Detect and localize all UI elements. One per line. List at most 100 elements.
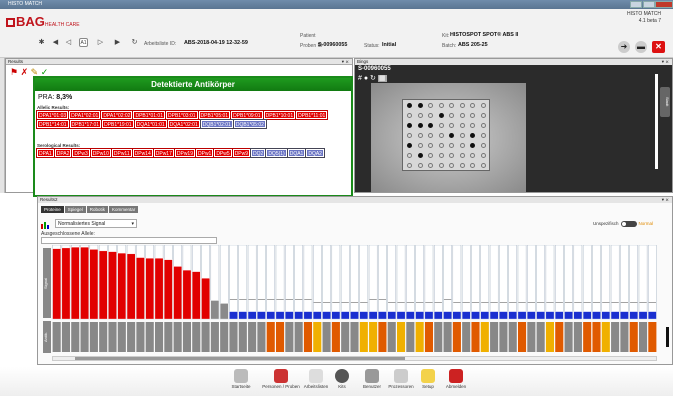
bead-label[interactable] — [555, 322, 564, 352]
settings-icon[interactable]: ✱ — [37, 38, 46, 47]
result-chip[interactable]: DPB1*09:01 — [230, 110, 264, 120]
result-chip[interactable]: DPw10 — [89, 148, 112, 158]
save-icon[interactable]: ➜ — [618, 41, 630, 53]
bead-label[interactable] — [611, 322, 620, 352]
bead-label[interactable] — [80, 322, 89, 352]
tab-robotik[interactable]: Robotik — [86, 206, 109, 213]
signal-bar[interactable] — [247, 311, 257, 320]
signal-bar[interactable] — [136, 257, 145, 320]
signal-bar[interactable] — [582, 311, 592, 320]
signal-bar[interactable] — [648, 311, 657, 320]
signal-bar[interactable] — [620, 311, 629, 320]
bead-label[interactable] — [108, 322, 117, 352]
bead-label[interactable] — [638, 322, 648, 352]
print-icon[interactable]: ▬ — [635, 41, 647, 53]
task-personen[interactable]: Personen / Proben — [259, 369, 303, 389]
bead-label[interactable] — [601, 322, 610, 352]
bead-label[interactable] — [331, 322, 340, 352]
signal-bar[interactable] — [415, 311, 424, 320]
bead-label[interactable] — [369, 322, 378, 352]
hash-icon[interactable]: # — [358, 75, 362, 82]
bead-label[interactable] — [434, 322, 443, 352]
bead-label[interactable] — [378, 322, 387, 352]
result-chip[interactable]: DPA1*01:03 — [35, 110, 70, 120]
signal-bar[interactable] — [471, 311, 480, 320]
signal-bar[interactable] — [601, 311, 611, 320]
image-slider[interactable]: Stadt — [660, 87, 670, 117]
signal-bar[interactable] — [275, 311, 285, 320]
tab-spiegel[interactable]: Spiegel — [64, 206, 86, 213]
result-chip[interactable]: DPB1*01:01 — [132, 110, 166, 120]
signal-bar[interactable] — [266, 311, 275, 320]
bead-label[interactable] — [220, 322, 229, 352]
first-page-icon[interactable]: ◀ — [51, 38, 60, 47]
last-page-icon[interactable]: ▶ — [113, 38, 122, 47]
chart-scrollbar[interactable] — [52, 356, 657, 361]
task-abmelden[interactable]: Abmelden — [440, 369, 472, 389]
signal-bar[interactable] — [545, 311, 555, 320]
result-chip[interactable]: DPw11 — [110, 148, 133, 158]
bead-label[interactable] — [341, 322, 350, 352]
bead-label[interactable] — [322, 322, 331, 352]
signal-bar[interactable] — [359, 311, 369, 320]
signal-bar[interactable] — [164, 259, 173, 320]
result-chip[interactable]: DQB1*02:01 — [199, 119, 234, 129]
bead-label[interactable] — [480, 322, 489, 352]
signal-bar[interactable] — [219, 303, 229, 320]
chart-scroll-thumb[interactable] — [75, 357, 405, 360]
bead-label[interactable] — [517, 322, 527, 352]
signal-bar[interactable] — [638, 311, 648, 320]
bead-label[interactable] — [182, 322, 192, 352]
task-startseite[interactable]: Startseite — [225, 369, 257, 389]
signal-bar[interactable] — [350, 311, 359, 320]
mode-toggle[interactable]: Unspezifisch Normal — [593, 221, 653, 227]
result-chip[interactable]: DPA1*02:01 — [68, 110, 102, 120]
signal-bar[interactable] — [331, 311, 341, 320]
signal-bar[interactable] — [126, 253, 136, 320]
bead-label[interactable] — [415, 322, 424, 352]
bead-label[interactable] — [545, 322, 555, 352]
result-chip[interactable]: DPw17 — [152, 148, 175, 158]
bead-label[interactable] — [508, 322, 517, 352]
result-chip[interactable]: DPB1*17:01 — [68, 119, 103, 129]
signal-bar[interactable] — [610, 311, 620, 320]
result-chip[interactable]: DPw3 — [71, 148, 91, 158]
bead-label[interactable] — [499, 322, 508, 352]
signal-bar[interactable] — [480, 311, 490, 320]
signal-bar[interactable] — [71, 247, 80, 320]
bead-label[interactable] — [620, 322, 629, 352]
result-chip[interactable]: DQB1*05:02 — [232, 119, 267, 129]
bead-label[interactable] — [248, 322, 257, 352]
task-kits[interactable]: Kits — [326, 369, 358, 389]
bar-chart-icon[interactable] — [41, 221, 51, 229]
bead-label[interactable] — [387, 322, 396, 352]
result-chip[interactable]: DPA1*02:02 — [100, 110, 134, 120]
bead-label[interactable] — [424, 322, 434, 352]
flag-icon[interactable]: ⚑ — [10, 67, 18, 77]
signal-bar[interactable] — [80, 247, 89, 320]
signal-bar[interactable] — [52, 248, 61, 320]
signal-bar[interactable] — [173, 266, 182, 320]
bead-label[interactable] — [313, 322, 322, 352]
signal-bar[interactable] — [517, 311, 527, 320]
reject-icon[interactable]: ✗ — [21, 67, 29, 77]
signal-bar[interactable] — [573, 311, 583, 320]
signal-bar[interactable] — [508, 311, 517, 320]
bead-label[interactable] — [573, 322, 582, 352]
signal-bar[interactable] — [313, 311, 322, 320]
bead-label[interactable] — [592, 322, 601, 352]
result-chip[interactable]: DQA1 — [286, 148, 307, 158]
signal-bar[interactable] — [443, 311, 452, 320]
signal-select[interactable]: Normalisiertes Signal ▾ — [55, 219, 137, 228]
bead-label[interactable] — [99, 322, 108, 352]
bead-label[interactable] — [303, 322, 313, 352]
signal-bar[interactable] — [489, 311, 499, 320]
result-chip[interactable]: DPB1*19:01 — [101, 119, 135, 129]
bead-label[interactable] — [350, 322, 359, 352]
bead-label[interactable] — [471, 322, 480, 352]
signal-bar[interactable] — [406, 311, 415, 320]
bead-label[interactable] — [629, 322, 638, 352]
bead-label[interactable] — [229, 322, 238, 352]
bead-label[interactable] — [648, 322, 657, 352]
bead-label[interactable] — [443, 322, 452, 352]
